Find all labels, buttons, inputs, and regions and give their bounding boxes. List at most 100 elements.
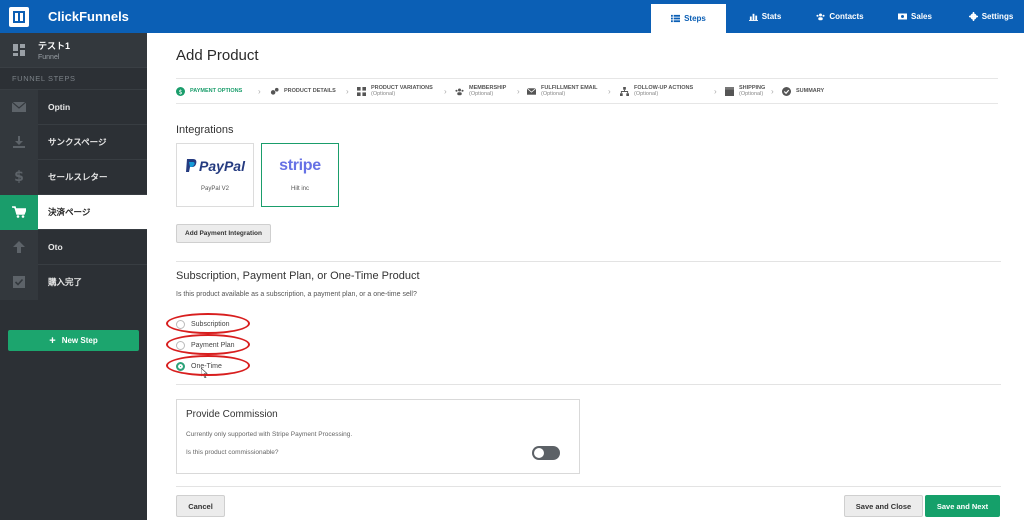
chevron-right-icon: › <box>771 86 774 96</box>
tab-sales-label: Sales <box>911 12 932 21</box>
sidebar-step-label: サンクスページ <box>48 137 107 147</box>
save-and-next-button[interactable]: Save and Next <box>925 495 1000 517</box>
tab-settings[interactable]: Settings <box>962 0 1020 33</box>
wizard-step-product-details[interactable]: PRODUCT DETAILS <box>270 87 336 96</box>
chevron-right-icon: › <box>517 86 520 96</box>
new-step-label: New Step <box>61 336 98 345</box>
commission-support-text: Currently only supported with Stripe Pay… <box>186 431 353 438</box>
commission-question: Is this product commissionable? <box>186 449 279 456</box>
sidebar-step-salesletter[interactable]: $ セールスレター <box>0 159 147 195</box>
chevron-right-icon: › <box>346 86 349 96</box>
wizard-step-product-variations[interactable]: PRODUCT VARIATIONS (Optional) <box>357 85 433 97</box>
dollar-circle-icon: $ <box>176 86 185 96</box>
dashboard-icon <box>0 44 38 56</box>
sidebar-step-label: 購入完了 <box>48 277 83 287</box>
tab-contacts-label: Contacts <box>829 12 864 21</box>
integrations-heading: Integrations <box>176 124 234 136</box>
logo[interactable] <box>0 0 38 33</box>
wizard-step-membership[interactable]: MEMBERSHIP (Optional) <box>455 85 506 97</box>
wizard-step-summary[interactable]: SUMMARY <box>782 86 825 96</box>
variations-icon <box>357 86 366 96</box>
tab-stats[interactable]: Stats <box>740 0 790 33</box>
gateway-card-paypal[interactable]: PayPal PayPal V2 <box>176 143 254 207</box>
wizard-step-follow-up-actions[interactable]: FOLLOW-UP ACTIONS (Optional) <box>620 85 693 97</box>
list-icon <box>671 14 681 23</box>
gateway-card-stripe[interactable]: stripe Hilt inc <box>261 143 339 207</box>
add-payment-integration-button[interactable]: Add Payment Integration <box>176 224 271 243</box>
tab-settings-label: Settings <box>981 12 1014 21</box>
wizard-step-label: PRODUCT DETAILS <box>284 88 336 94</box>
svg-text:$: $ <box>178 88 182 95</box>
tab-sales[interactable]: Sales <box>890 0 940 33</box>
funnel-steps-label: FUNNEL STEPS <box>0 67 147 89</box>
product-type-heading: Subscription, Payment Plan, or One-Time … <box>176 270 420 282</box>
wizard-step-label: SUMMARY <box>796 88 825 94</box>
tab-steps[interactable]: Steps <box>651 4 726 33</box>
check-circle-icon <box>782 86 791 96</box>
wizard-step-label: PAYMENT OPTIONS <box>190 88 243 94</box>
divider <box>176 384 1001 385</box>
chevron-right-icon: › <box>444 86 447 96</box>
top-bar: ClickFunnels <box>0 0 1024 33</box>
chevron-right-icon: › <box>258 86 261 96</box>
envelope-icon <box>0 89 38 125</box>
funnel-header[interactable]: テスト1 Funnel <box>0 33 147 67</box>
sidebar-step-label: セールスレター <box>48 172 108 182</box>
wizard-step-optional: (Optional) <box>371 91 396 97</box>
annotation-circle <box>166 334 250 355</box>
wizard-steps: $ PAYMENT OPTIONS › PRODUCT DETAILS › PR… <box>176 78 998 104</box>
arrow-up-icon <box>0 229 38 265</box>
sidebar: テスト1 Funnel FUNNEL STEPS Optin サンクスページ $… <box>0 33 147 520</box>
paypal-wordmark: PayPal <box>199 158 245 174</box>
divider <box>176 486 1001 487</box>
annotation-circle <box>166 355 250 376</box>
sidebar-step-checkout[interactable]: 決済ページ <box>0 194 147 230</box>
funnel-type: Funnel <box>38 54 60 61</box>
commission-toggle[interactable] <box>532 446 560 460</box>
commission-panel: Provide Commission Currently only suppor… <box>176 399 580 474</box>
funnel-name: テスト1 <box>38 41 71 51</box>
sidebar-step-thanks[interactable]: サンクスページ <box>0 124 147 160</box>
money-icon <box>898 13 908 20</box>
wizard-step-optional: (Optional) <box>469 91 494 97</box>
gateway-name: PayPal V2 <box>200 186 230 192</box>
gateway-name: Hilt inc <box>290 186 309 192</box>
paypal-logo: PayPal <box>185 158 245 174</box>
plus-icon: + <box>49 334 56 347</box>
wizard-step-payment-options[interactable]: $ PAYMENT OPTIONS <box>176 86 243 96</box>
sidebar-step-complete[interactable]: 購入完了 <box>0 264 147 300</box>
download-icon <box>0 124 38 160</box>
dollar-icon: $ <box>0 159 38 195</box>
new-step-button[interactable]: + New Step <box>8 330 139 351</box>
wizard-step-shipping[interactable]: SHIPPING (Optional) <box>725 85 765 97</box>
paypal-icon <box>186 159 197 172</box>
cart-icon <box>0 194 38 230</box>
wizard-step-optional: (Optional) <box>739 91 764 97</box>
sidebar-step-label: Oto <box>48 242 63 252</box>
sidebar-step-label: Optin <box>48 102 71 112</box>
bar-chart-icon <box>748 13 758 21</box>
tab-contacts[interactable]: Contacts <box>810 0 870 33</box>
sitemap-icon <box>620 86 629 96</box>
divider <box>176 261 1001 262</box>
users-icon <box>816 13 825 21</box>
users-icon <box>455 87 464 96</box>
wizard-step-optional: (Optional) <box>541 91 566 97</box>
wizard-step-fulfillment-email[interactable]: FULFILLMENT EMAIL (Optional) <box>527 85 598 97</box>
cancel-button[interactable]: Cancel <box>176 495 225 517</box>
envelope-icon <box>527 87 536 96</box>
main-content: Add Product $ PAYMENT OPTIONS › PRODUCT … <box>147 33 1024 520</box>
clickfunnels-logo-icon <box>9 6 29 27</box>
tab-steps-label: Steps <box>684 14 706 23</box>
save-and-close-button[interactable]: Save and Close <box>844 495 923 517</box>
page-title: Add Product <box>176 47 259 64</box>
sidebar-step-label: 決済ページ <box>48 207 91 217</box>
wizard-step-optional: (Optional) <box>634 91 659 97</box>
stripe-logo: stripe <box>279 157 321 174</box>
chevron-right-icon: › <box>714 86 717 96</box>
annotation-circle <box>166 313 250 334</box>
gears-icon <box>270 87 279 96</box>
sidebar-step-oto[interactable]: Oto <box>0 229 147 265</box>
commission-heading: Provide Commission <box>186 409 278 420</box>
sidebar-step-optin[interactable]: Optin <box>0 89 147 125</box>
